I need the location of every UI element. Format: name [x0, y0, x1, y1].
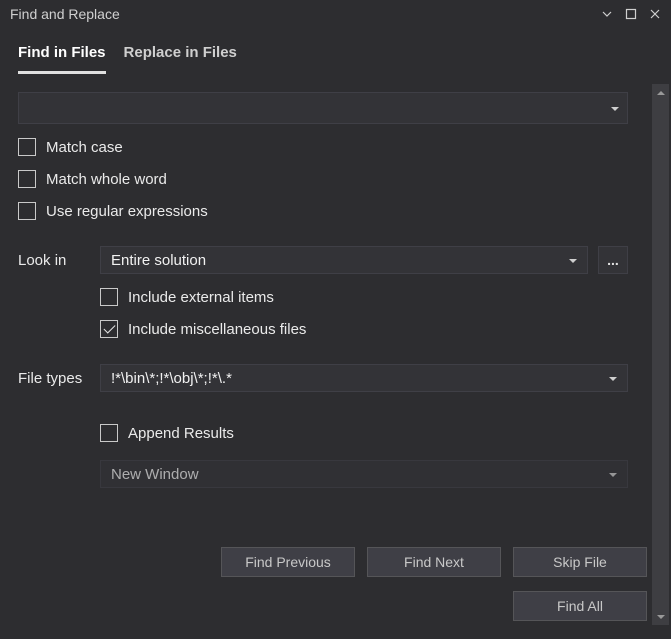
look-in-label: Look in: [18, 252, 90, 269]
scroll-down-icon[interactable]: [652, 608, 669, 625]
vertical-scrollbar[interactable]: [652, 84, 669, 625]
tab-replace-in-files[interactable]: Replace in Files: [124, 44, 237, 74]
chevron-down-icon: [611, 100, 619, 116]
match-case-checkbox[interactable]: [18, 138, 36, 156]
close-icon[interactable]: [645, 4, 665, 24]
action-button-row-2: Find All: [513, 591, 647, 621]
window-title: Find and Replace: [10, 6, 593, 22]
match-whole-word-checkbox[interactable]: [18, 170, 36, 188]
append-results-label: Append Results: [128, 425, 234, 442]
include-misc-checkbox[interactable]: [100, 320, 118, 338]
file-types-label: File types: [18, 370, 90, 387]
chevron-down-icon: [569, 252, 577, 269]
search-term-combo[interactable]: [18, 92, 628, 124]
append-results-checkbox[interactable]: [100, 424, 118, 442]
use-regex-label: Use regular expressions: [46, 203, 208, 220]
skip-file-button[interactable]: Skip File: [513, 547, 647, 577]
look-in-combo[interactable]: Entire solution: [100, 246, 588, 274]
find-all-button[interactable]: Find All: [513, 591, 647, 621]
titlebar: Find and Replace: [0, 0, 671, 28]
maximize-icon[interactable]: [621, 4, 641, 24]
file-types-value: !*\bin\*;!*\obj\*;!*\.*: [111, 370, 232, 387]
match-case-label: Match case: [46, 139, 123, 156]
chevron-down-icon: [609, 466, 617, 483]
use-regex-checkbox[interactable]: [18, 202, 36, 220]
scroll-track[interactable]: [652, 101, 669, 608]
action-button-row-1: Find Previous Find Next Skip File: [221, 547, 647, 577]
scroll-up-icon[interactable]: [652, 84, 669, 101]
find-next-button[interactable]: Find Next: [367, 547, 501, 577]
include-misc-label: Include miscellaneous files: [128, 321, 306, 338]
include-external-checkbox[interactable]: [100, 288, 118, 306]
browse-button[interactable]: ...: [598, 246, 628, 274]
find-previous-button[interactable]: Find Previous: [221, 547, 355, 577]
tab-find-in-files[interactable]: Find in Files: [18, 44, 106, 74]
file-types-combo[interactable]: !*\bin\*;!*\obj\*;!*\.*: [100, 364, 628, 392]
look-in-value: Entire solution: [111, 252, 206, 269]
match-whole-word-label: Match whole word: [46, 171, 167, 188]
form-panel: Match case Match whole word Use regular …: [0, 74, 652, 498]
chevron-down-icon: [609, 370, 617, 387]
tab-bar: Find in Files Replace in Files: [0, 28, 671, 74]
results-window-value: New Window: [111, 466, 199, 483]
results-window-combo[interactable]: New Window: [100, 460, 628, 488]
include-external-label: Include external items: [128, 289, 274, 306]
window-options-icon[interactable]: [597, 4, 617, 24]
